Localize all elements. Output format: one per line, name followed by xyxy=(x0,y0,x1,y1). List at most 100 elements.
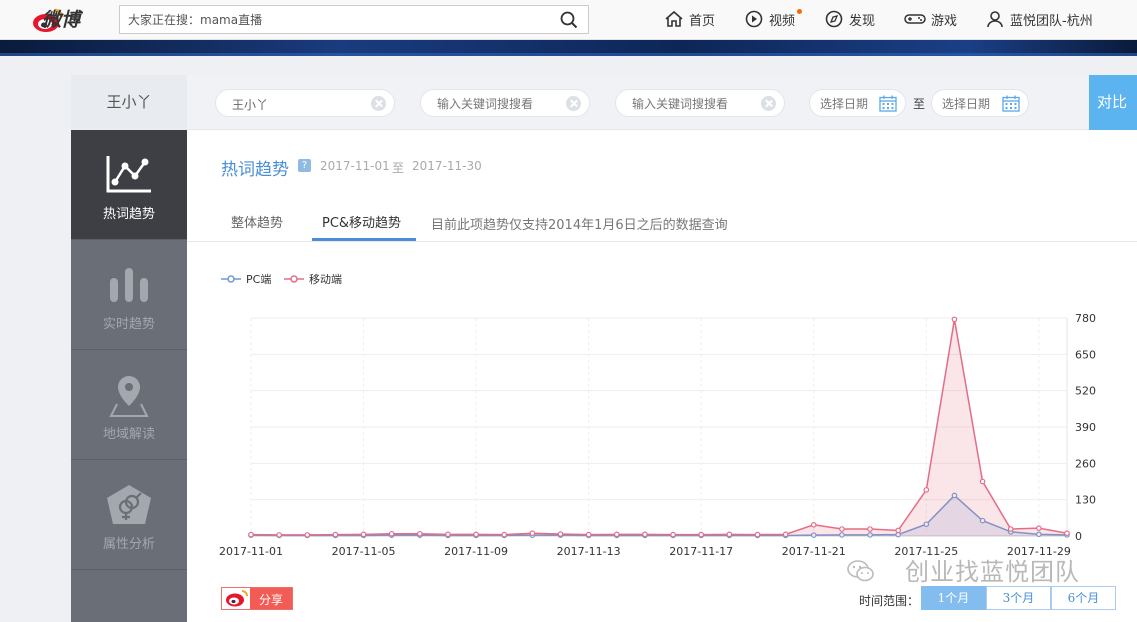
series-point-1 xyxy=(332,531,339,538)
range-1-month-button[interactable]: 1个月 xyxy=(921,586,986,610)
y-tick-label: 0 xyxy=(1075,530,1082,543)
nav-user-profile[interactable]: 蓝悦团队-杭州 xyxy=(985,8,1093,30)
keyword-input-1[interactable] xyxy=(232,95,352,113)
calendar-icon[interactable] xyxy=(879,95,897,112)
tab-pc-mobile-trend[interactable]: PC&移动趋势 xyxy=(322,212,401,231)
series-point-1 xyxy=(726,531,733,538)
series-area-1 xyxy=(251,319,1067,536)
series-point-1 xyxy=(951,316,958,323)
x-tick-label: 2017-11-17 xyxy=(669,545,733,558)
time-range-label: 时间范围： xyxy=(859,594,920,608)
keyword-input-2[interactable] xyxy=(437,95,557,113)
nav-discover-label: 发现 xyxy=(849,13,876,29)
trend-chart-icon xyxy=(106,156,151,193)
nav-games[interactable]: 游戏 xyxy=(904,8,957,30)
date-range-separator: 至 xyxy=(392,161,405,175)
date-range-separator: 至 xyxy=(913,97,926,111)
keyword-input-3[interactable] xyxy=(632,95,752,113)
clear-icon[interactable] xyxy=(371,96,386,111)
weibo-share-icon xyxy=(222,588,250,609)
help-icon[interactable]: ? xyxy=(298,159,311,172)
compare-button[interactable]: 对比 xyxy=(1089,75,1137,130)
home-icon xyxy=(665,10,683,27)
gender-icon xyxy=(107,485,151,524)
sidebar-item-hot-word-trend[interactable]: 热词趋势 xyxy=(71,130,187,240)
clear-icon[interactable] xyxy=(566,96,581,111)
series-point-1 xyxy=(1064,530,1070,537)
series-point-1 xyxy=(276,532,282,538)
location-pin-icon xyxy=(109,376,149,417)
global-search-box[interactable] xyxy=(119,5,589,34)
series-point-1 xyxy=(867,526,873,532)
legend-item-pc[interactable]: PC端 xyxy=(221,271,271,287)
series-point-1 xyxy=(585,531,592,538)
x-tick-label: 2017-11-13 xyxy=(557,545,621,558)
nav-games-label: 游戏 xyxy=(931,13,958,29)
series-point-1 xyxy=(557,531,564,537)
keyword-input-2-box[interactable] xyxy=(420,89,590,117)
series-point-1 xyxy=(839,526,845,532)
series-point-1 xyxy=(501,531,508,538)
series-point-1 xyxy=(923,487,930,493)
series-point-1 xyxy=(979,478,986,485)
bar-chart-icon xyxy=(110,268,148,302)
series-point-1 xyxy=(1007,526,1014,532)
y-tick-label: 520 xyxy=(1075,385,1096,398)
sidebar-item-label: 实时趋势 xyxy=(102,317,155,332)
x-tick-label: 2017-11-01 xyxy=(219,545,283,558)
keyword-input-3-box[interactable] xyxy=(615,89,785,117)
global-search-input[interactable] xyxy=(128,11,548,29)
range-6-months-button[interactable]: 6个月 xyxy=(1051,586,1116,610)
series-point-1 xyxy=(388,530,395,537)
x-tick-label: 2017-11-09 xyxy=(444,545,508,558)
hot-word-panel: 王小丫 至 xyxy=(71,75,1137,622)
legend-label-mobile: 移动端 xyxy=(309,273,342,286)
mobile-legend-marker-icon xyxy=(284,275,304,283)
sidebar-item-realtime-trend[interactable]: 实时趋势 xyxy=(71,240,187,350)
nav-home[interactable]: 首页 xyxy=(664,8,715,30)
series-point-1 xyxy=(754,531,761,538)
start-date-picker[interactable] xyxy=(809,89,906,117)
sidebar-item-label: 热词趋势 xyxy=(102,207,155,222)
search-icon[interactable] xyxy=(560,11,578,29)
nav-discover[interactable]: 发现 xyxy=(824,8,875,30)
series-point-1 xyxy=(417,530,423,537)
keyword-filter-bar: 王小丫 至 xyxy=(71,75,1137,130)
nav-video-label: 视频 xyxy=(769,13,796,29)
calendar-icon[interactable] xyxy=(1002,95,1020,112)
watermark-text: 创业找蓝悦团队 xyxy=(905,558,1080,586)
series-point-1 xyxy=(360,531,367,538)
keyword-input-1-box[interactable] xyxy=(215,89,395,117)
y-tick-label: 650 xyxy=(1075,348,1096,361)
end-date-picker[interactable] xyxy=(931,89,1029,117)
compass-icon xyxy=(825,10,843,28)
y-tick-label: 260 xyxy=(1075,457,1096,470)
clear-icon[interactable] xyxy=(761,96,776,111)
sidebar-item-attribute-analysis[interactable]: 属性分析 xyxy=(71,460,187,570)
legend-item-mobile[interactable]: 移动端 xyxy=(284,271,342,287)
range-3-months-button[interactable]: 3个月 xyxy=(986,586,1051,610)
series-point-1 xyxy=(445,531,451,538)
series-point-1 xyxy=(895,527,901,534)
x-tick-label: 2017-11-21 xyxy=(782,545,846,558)
series-point-1 xyxy=(782,531,789,538)
sidebar-item-region-analysis[interactable]: 地域解读 xyxy=(71,350,187,460)
series-point-1 xyxy=(810,522,817,528)
new-content-dot xyxy=(797,9,802,14)
series-point-1 xyxy=(473,531,479,538)
user-icon xyxy=(987,11,1003,28)
page-title: 热词趋势 xyxy=(221,160,289,180)
date-range-start: 2017-11-01 xyxy=(320,159,390,173)
trend-tabs: 整体趋势 PC&移动趋势 目前此项趋势仅支持2014年1月6日之后的数据查询 xyxy=(187,202,1137,242)
pc-legend-marker-icon xyxy=(221,275,241,283)
share-button[interactable]: 分享 xyxy=(221,587,293,610)
nav-user-name: 蓝悦团队-杭州 xyxy=(1010,13,1093,29)
tab-overall-trend[interactable]: 整体趋势 xyxy=(231,212,283,231)
header-banner xyxy=(0,40,1137,56)
data-availability-note: 目前此项趋势仅支持2014年1月6日之后的数据查询 xyxy=(431,218,728,233)
y-tick-label: 390 xyxy=(1075,421,1096,434)
series-point-1 xyxy=(304,532,311,538)
top-navbar: 微博 首页 视频 发现 游戏 xyxy=(0,0,1137,40)
nav-video[interactable]: 视频 xyxy=(744,8,795,30)
weibo-logo-text[interactable]: 微博 xyxy=(42,5,80,32)
